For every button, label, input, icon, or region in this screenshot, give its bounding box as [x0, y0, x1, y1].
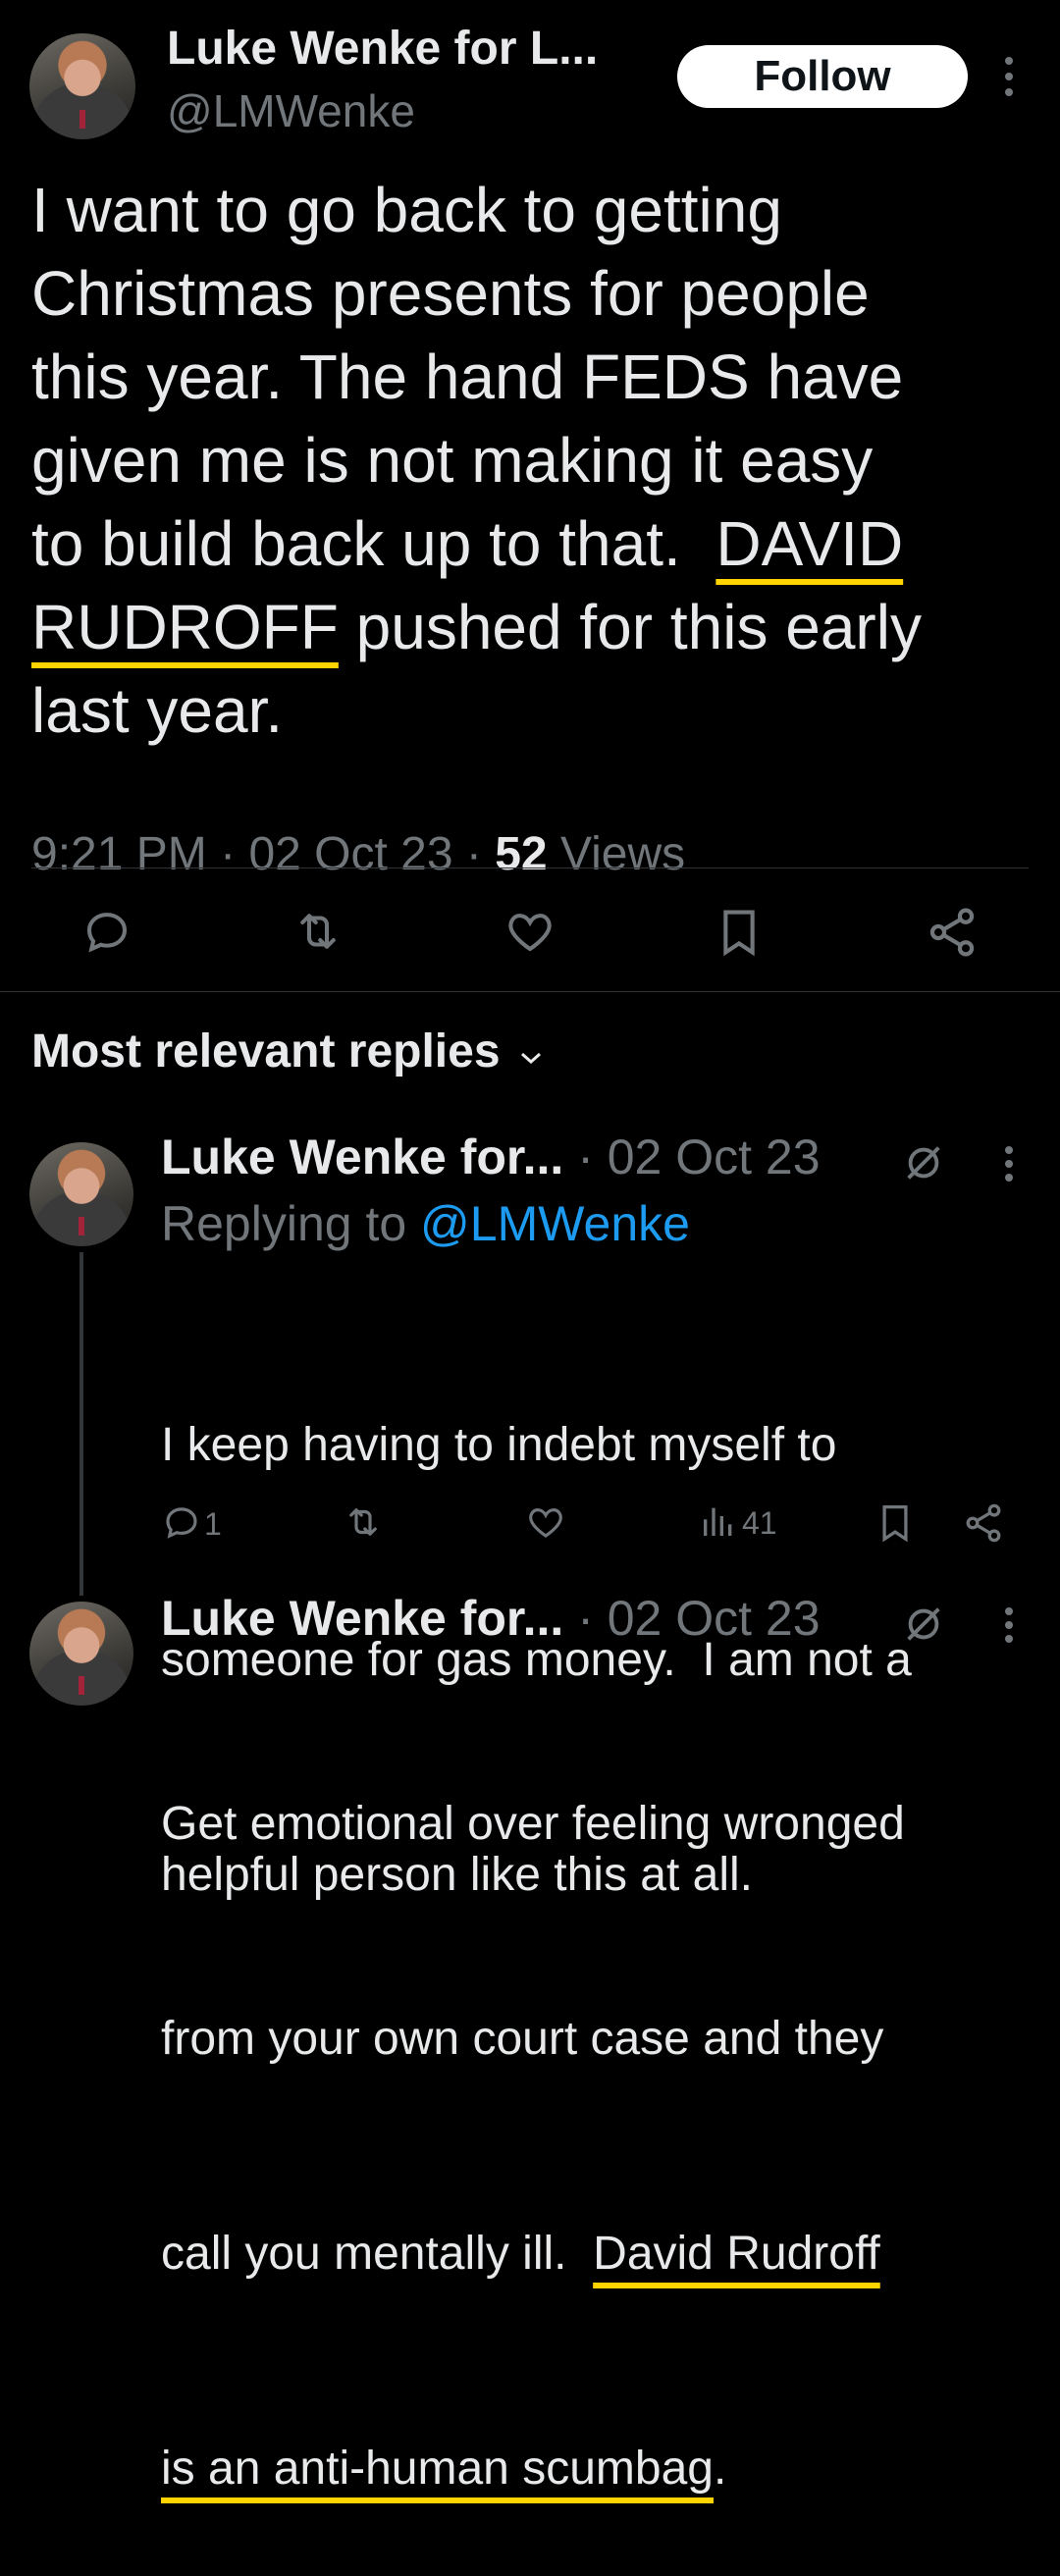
reply-author-name[interactable]: Luke Wenke for... [161, 1130, 563, 1184]
highlighted-name: DAVID [716, 508, 904, 579]
bookmark-icon[interactable] [715, 905, 764, 960]
tweet-line: this year. The hand FEDS have [31, 342, 904, 412]
reply-avatar[interactable] [29, 1142, 133, 1246]
divider [0, 991, 1060, 992]
grok-icon[interactable] [901, 1140, 946, 1185]
replies-sort-header[interactable]: Most relevant replies [31, 1025, 544, 1078]
author-name[interactable]: Luke Wenke for L... [167, 22, 598, 76]
grok-icon[interactable] [901, 1602, 946, 1647]
share-icon[interactable] [962, 1501, 1005, 1545]
tweet-line: I want to go back to getting [31, 175, 782, 245]
reply-text: Get emotional over feeling wronged from … [161, 1798, 905, 2495]
reply-icon[interactable] [80, 905, 133, 958]
like-icon[interactable] [524, 1501, 567, 1543]
highlighted-name: David Rudroff [593, 2228, 880, 2280]
reply-action-reply[interactable]: 1 [161, 1501, 222, 1548]
thread-line [80, 1252, 83, 1596]
tweet-line: given me is not making it easy [31, 425, 874, 496]
more-options-icon[interactable] [999, 55, 1019, 98]
reply-header: Luke Wenke for... · 02 Oct 23 [161, 1130, 821, 1184]
reply-icon [161, 1501, 202, 1548]
replying-handle-link[interactable]: @LMWenke [420, 1196, 690, 1251]
author-handle[interactable]: @LMWenke [167, 84, 415, 137]
analytics-icon [699, 1501, 738, 1546]
tweet-text: I want to go back to getting Christmas p… [31, 169, 1033, 753]
like-icon[interactable] [503, 905, 557, 958]
more-options-icon[interactable] [999, 1144, 1019, 1183]
reply-count: 1 [204, 1506, 222, 1542]
reply-author-name[interactable]: Luke Wenke for... [161, 1591, 563, 1646]
tweet-line: to build back up to that. DAVID [31, 508, 904, 579]
tweet-line: Christmas presents for people [31, 258, 870, 329]
bookmark-icon[interactable] [875, 1501, 915, 1545]
follow-button[interactable]: Follow [677, 45, 968, 108]
more-options-icon[interactable] [999, 1605, 1019, 1645]
views-count[interactable]: 52 [495, 828, 547, 880]
reply-date[interactable]: 02 Oct 23 [608, 1591, 821, 1646]
reply-action-views[interactable]: 41 [699, 1501, 777, 1546]
retweet-icon[interactable] [342, 1501, 385, 1543]
reply-avatar[interactable] [29, 1602, 133, 1706]
retweet-icon[interactable] [291, 905, 345, 958]
reply-date[interactable]: 02 Oct 23 [608, 1130, 821, 1184]
tweet-meta: 9:21 PM · 02 Oct 23 · 52 Views [31, 828, 686, 880]
chevron-down-icon [518, 1025, 544, 1078]
tweet-line: RUDROFF pushed for this early [31, 592, 922, 662]
author-avatar[interactable] [29, 33, 135, 139]
reply-views-count: 41 [742, 1505, 777, 1541]
tweet-time[interactable]: 9:21 PM [31, 828, 207, 880]
replying-to: Replying to @LMWenke [161, 1196, 690, 1251]
reply-header: Luke Wenke for... · 02 Oct 23 [161, 1591, 821, 1646]
views-label[interactable]: Views [560, 828, 685, 880]
share-icon[interactable] [925, 905, 980, 960]
highlighted-name: RUDROFF [31, 592, 339, 662]
tweet-date[interactable]: 02 Oct 23 [248, 828, 452, 880]
tweet-line: last year. [31, 675, 284, 746]
divider [31, 867, 1029, 868]
highlighted-phrase: is an anti-human scumbag [161, 2443, 714, 2495]
